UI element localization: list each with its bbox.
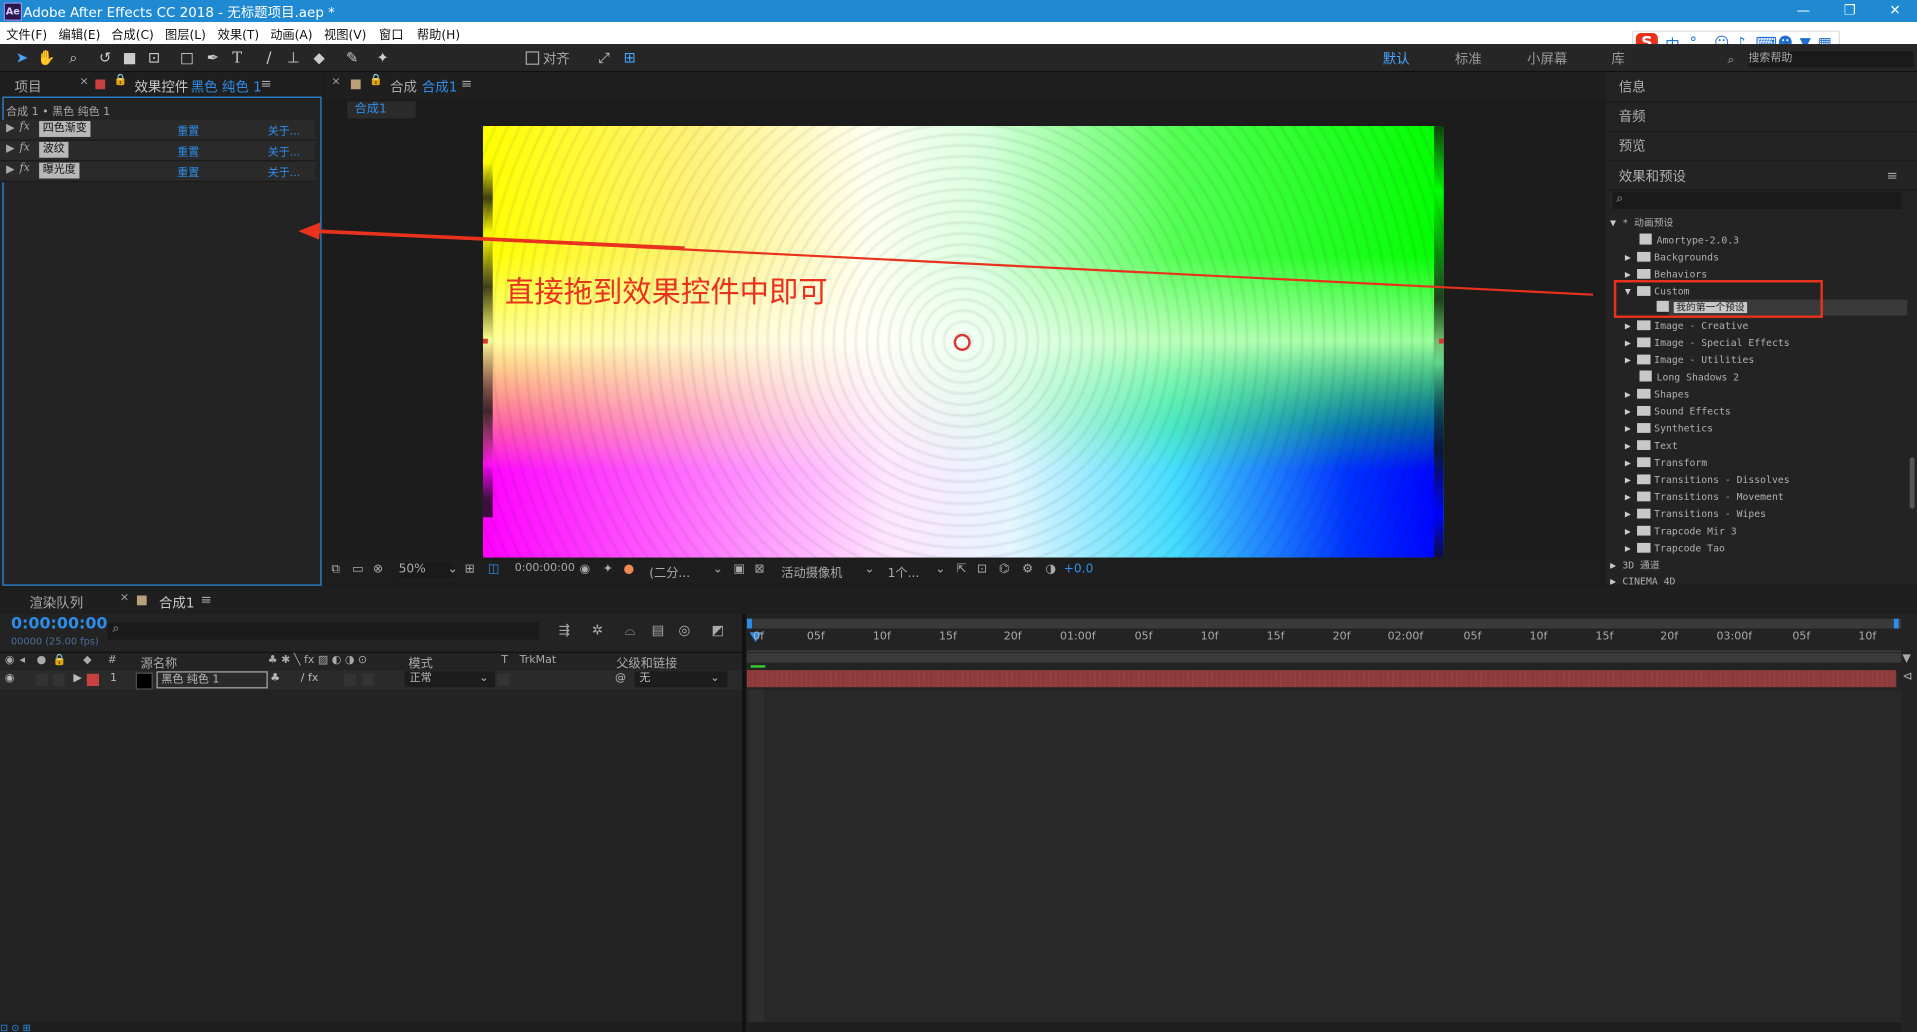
pick-whip-icon[interactable]: @ — [615, 673, 626, 685]
layer-thumbnail — [135, 672, 153, 690]
solo-icon[interactable]: ● — [37, 654, 47, 666]
timeline-panel: 渲染队列 × 合成1 ≡ 0:00:00:00 00000 (25.00 fps… — [0, 586, 1917, 1032]
shy-switch-icon[interactable]: ♣ — [270, 673, 280, 685]
navigator-end-icon[interactable]: ▼ — [1902, 653, 1910, 665]
audio-icon[interactable]: ◂ — [20, 654, 26, 666]
ruler-label: 20f — [1332, 630, 1351, 644]
timeline-footer-icons[interactable]: ⊡ ⊙ ⊞ — [0, 1022, 743, 1032]
comp-color-swatch — [136, 595, 147, 606]
ruler-label: 10f — [1858, 630, 1877, 644]
solo-toggle[interactable] — [35, 673, 48, 686]
trkmat-header[interactable]: TrkMat — [520, 654, 557, 666]
navigator-bar[interactable] — [747, 652, 1902, 663]
ruler-label: 05f — [1134, 630, 1153, 644]
chevron-down-icon[interactable]: ⌄ — [710, 673, 719, 685]
label-icon[interactable]: ◆ — [83, 654, 91, 666]
work-area-start[interactable] — [747, 618, 752, 629]
shy-layers-icon[interactable]: ⌓ — [625, 622, 636, 639]
ruler-label: 10f — [872, 630, 891, 644]
fx-switch-icon[interactable]: / fx — [301, 673, 319, 685]
frame-rate: 00000 (25.00 fps) — [11, 635, 99, 647]
layer-number: 1 — [110, 672, 118, 685]
eye-icon[interactable]: ◉ — [5, 654, 15, 666]
motion-blur-icon[interactable]: ◎ — [679, 622, 691, 638]
close-tab-icon[interactable]: × — [120, 592, 129, 604]
motion-blur-toggle[interactable] — [343, 673, 356, 686]
ruler-label: 15f — [1266, 630, 1285, 644]
ruler-label: 02:00f — [1387, 630, 1424, 644]
cache-indicator — [750, 665, 766, 668]
ruler-label: 05f — [806, 630, 825, 644]
source-name-header[interactable]: 源名称 — [141, 653, 178, 671]
ruler-label: 05f — [1792, 630, 1811, 644]
lock-toggle[interactable] — [52, 673, 65, 686]
switches-header-icons: ♣ ✱ ╲ fx ▨ ◐ ◑ ⊙ — [267, 654, 368, 667]
work-area-bar[interactable] — [747, 618, 1902, 629]
graph-editor-icon[interactable]: ◩ — [712, 622, 725, 638]
layer-column-header: ◉ ◂ ● 🔒 ◆ # 源名称 ♣ ✱ ╲ fx ▨ ◐ ◑ ⊙ 模式 T Tr… — [0, 651, 743, 672]
layer-number-header: # — [107, 654, 117, 667]
ruler-label: 01:00f — [1059, 630, 1096, 644]
draft-3d-icon[interactable]: ✲ — [592, 622, 603, 638]
panel-menu-icon[interactable]: ≡ — [201, 592, 212, 608]
mode-header[interactable]: 模式 — [408, 653, 432, 671]
ruler-label: 10f — [1200, 630, 1219, 644]
label-color-swatch[interactable] — [86, 673, 100, 686]
expand-arrow-icon[interactable]: ▶ — [73, 673, 81, 685]
playhead-line — [749, 689, 765, 1023]
timeline-scrollbar[interactable] — [747, 1022, 1902, 1032]
eye-toggle-icon[interactable]: ◉ — [5, 673, 15, 685]
ruler-label: 0f — [753, 630, 765, 644]
comp-mini-flowchart-icon[interactable]: ⇶ — [559, 622, 570, 638]
ruler-label: 15f — [938, 630, 957, 644]
table-row[interactable]: ◉ ▶ 1 黑色 纯色 1 ♣ / fx 正常 ⌄ @ 无 ⌄ — [0, 670, 743, 690]
frame-blending-icon[interactable]: ▤ — [652, 622, 665, 638]
ruler-label: 20f — [1003, 630, 1022, 644]
ruler-label: 10f — [1529, 630, 1548, 644]
layer-duration-bar[interactable] — [747, 670, 1897, 688]
search-icon: ⌕ — [112, 622, 120, 636]
preserve-transparency-toggle[interactable] — [497, 673, 510, 686]
lock-icon[interactable]: 🔒 — [53, 654, 67, 666]
adjustment-toggle[interactable] — [361, 673, 375, 686]
ruler-label: 15f — [1595, 630, 1614, 644]
work-area-end[interactable] — [1893, 618, 1899, 629]
chevron-down-icon[interactable]: ⌄ — [479, 673, 488, 685]
tab-render-queue[interactable]: 渲染队列 — [29, 593, 83, 613]
layer-end-icon[interactable]: ⊲ — [1902, 670, 1912, 683]
ruler-label: 03:00f — [1716, 630, 1753, 644]
timeline-timecode[interactable]: 0:00:00:00 — [11, 615, 107, 633]
layer-name-field[interactable]: 黑色 纯色 1 — [156, 671, 268, 689]
parent-header[interactable]: 父级和链接 — [616, 653, 677, 671]
timeline-search-input[interactable] — [107, 622, 540, 640]
preserve-transparency-header: T — [501, 654, 508, 667]
tab-timeline-comp[interactable]: 合成1 — [159, 593, 194, 613]
ruler-label: 05f — [1463, 630, 1482, 644]
ruler-label: 20f — [1660, 630, 1679, 644]
